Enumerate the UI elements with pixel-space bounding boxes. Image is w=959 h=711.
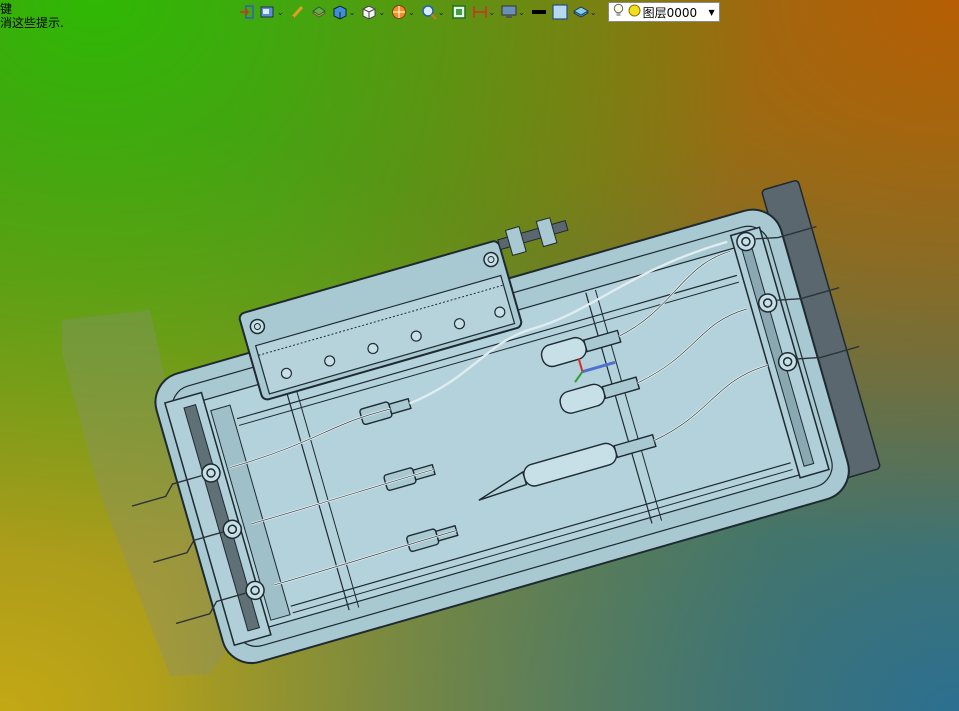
cad-model-view[interactable] — [0, 24, 959, 711]
fill-color-icon[interactable] — [551, 3, 569, 21]
view-orientation-icon[interactable] — [259, 3, 277, 21]
3d-viewport[interactable] — [0, 24, 959, 711]
chevron-down-icon[interactable]: ⌄ — [349, 8, 356, 17]
appearance-icon[interactable] — [390, 3, 408, 21]
chevron-down-icon[interactable]: ⌄ — [378, 8, 385, 17]
dimension-icon[interactable] — [471, 3, 489, 21]
display-style-icon[interactable] — [310, 3, 328, 21]
layer-dropdown[interactable]: 图层0000 ▼ — [607, 2, 720, 22]
exit-icon[interactable] — [238, 3, 256, 21]
sketch-icon[interactable] — [289, 3, 307, 21]
zoom-icon[interactable] — [420, 3, 438, 21]
monitor-icon[interactable] — [500, 3, 518, 21]
hint-line-1: 键 — [0, 2, 13, 16]
fit-icon[interactable] — [450, 3, 468, 21]
chevron-down-icon[interactable]: ⌄ — [277, 8, 284, 17]
chevron-down-icon[interactable]: ⌄ — [408, 8, 415, 17]
chevron-down-icon[interactable]: ⌄ — [518, 8, 525, 17]
line-color-icon[interactable] — [530, 3, 548, 21]
lightbulb-icon[interactable] — [612, 3, 625, 21]
view-cube-icon[interactable] — [360, 3, 378, 21]
sun-icon[interactable] — [628, 4, 641, 20]
chevron-down-icon[interactable]: ⌄ — [438, 8, 445, 17]
chevron-down-icon[interactable]: ▼ — [705, 8, 719, 17]
section-view-icon[interactable] — [331, 3, 349, 21]
chevron-down-icon[interactable]: ⌄ — [489, 8, 496, 17]
top-pin — [497, 217, 569, 257]
layer-icon[interactable] — [572, 3, 590, 21]
layer-name: 图层0000 — [642, 5, 698, 20]
chevron-down-icon[interactable]: ⌄ — [590, 8, 597, 17]
view-toolbar: ⌄ ⌄ ⌄ ⌄ ⌄ ⌄ ⌄ ⌄ 图层0000 ▼ — [238, 1, 720, 23]
